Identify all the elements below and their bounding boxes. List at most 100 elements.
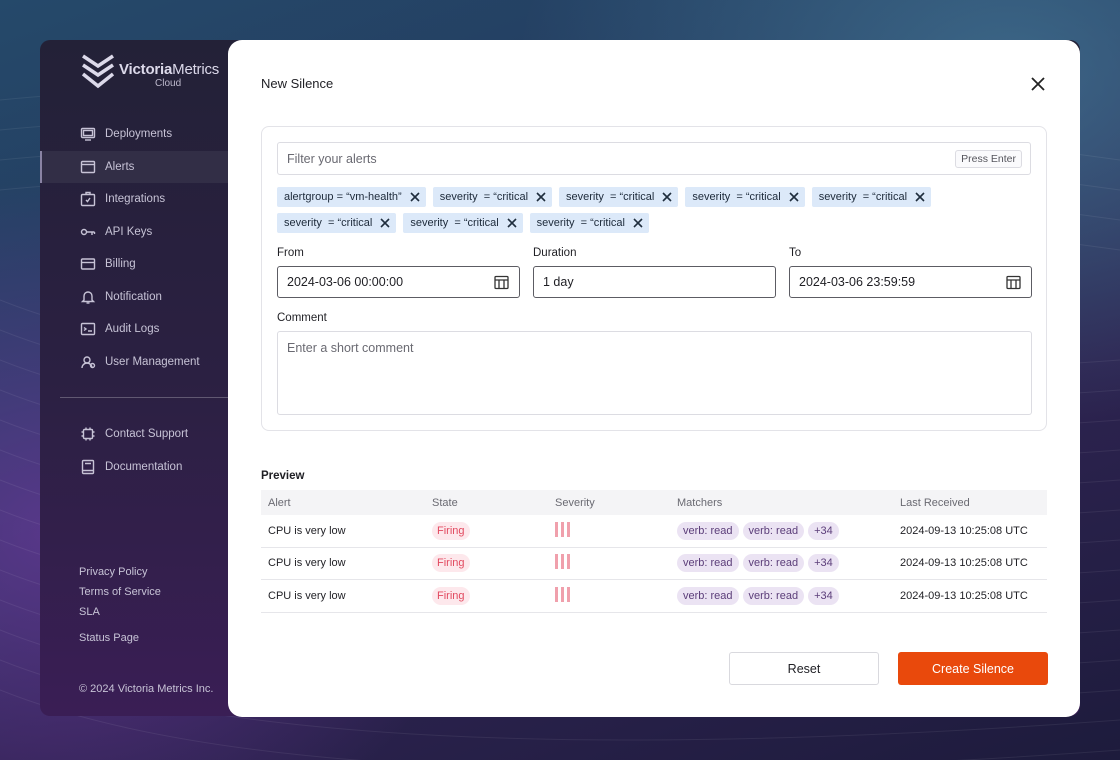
calendar-icon[interactable] <box>493 274 510 291</box>
matcher-badge: verb: read <box>742 586 805 605</box>
state-badge: Firing <box>432 554 470 573</box>
to-value: 2024-03-06 23:59:59 <box>799 275 916 289</box>
comment-box <box>277 331 1032 415</box>
from-value: 2024-03-06 00:00:00 <box>287 275 404 289</box>
calendar-icon[interactable] <box>1005 274 1022 291</box>
sidebar-item-label: Audit Logs <box>105 323 160 336</box>
filter-chip: severity = “critical <box>277 213 397 233</box>
sidebar-item-user-management[interactable]: User Management <box>40 346 230 379</box>
close-icon <box>662 192 672 202</box>
sidebar-item-alerts[interactable]: Alerts <box>40 150 230 183</box>
last-received: 2024-09-13 10:25:08 UTC <box>900 557 1028 570</box>
chip-label: severity = “critical <box>410 217 499 229</box>
puzzle-icon <box>79 190 97 208</box>
chip-remove-button[interactable] <box>535 191 547 203</box>
matcher-badge: verb: read <box>677 586 739 605</box>
column-header-last-received[interactable]: Last Received <box>899 497 1047 509</box>
matcher-more-badge[interactable]: +34 <box>808 586 839 605</box>
chip-remove-button[interactable] <box>632 217 644 229</box>
chip-remove-button[interactable] <box>409 191 421 203</box>
column-header-alert[interactable]: Alert <box>261 497 432 509</box>
severity-bars-icon <box>555 554 570 570</box>
column-header-state[interactable]: State <box>432 497 555 509</box>
close-icon <box>380 218 390 228</box>
sidebar-item-label: Alerts <box>105 160 135 173</box>
sidebar-item-label: Deployments <box>105 128 173 141</box>
reset-button[interactable]: Reset <box>729 652 879 685</box>
sidebar-item-deployments[interactable]: Deployments <box>40 118 230 151</box>
window-icon <box>79 158 97 176</box>
matcher-badge: verb: read <box>677 554 739 573</box>
sidebar-divider <box>60 397 230 398</box>
chip-remove-button[interactable] <box>379 217 391 229</box>
chip-icon <box>79 425 97 443</box>
chip-remove-button[interactable] <box>788 191 800 203</box>
duration-value: 1 day <box>543 275 574 289</box>
state-badge: Firing <box>432 586 470 605</box>
sidebar-item-contact-support[interactable]: Contact Support <box>40 418 230 451</box>
new-silence-modal: New Silence Press Enter alertgroup = “vm… <box>228 40 1080 717</box>
filter-chips: alertgroup = “vm-health” severity = “cri… <box>277 187 1037 233</box>
sidebar-item-notification[interactable]: Notification <box>40 281 230 314</box>
create-silence-button[interactable]: Create Silence <box>898 652 1048 685</box>
close-button[interactable] <box>1028 74 1048 94</box>
chip-label: severity = “critical <box>536 217 625 229</box>
card-icon <box>79 255 97 273</box>
bell-icon <box>79 288 97 306</box>
chip-remove-button[interactable] <box>914 191 926 203</box>
table-header: Alert State Severity Matchers Last Recei… <box>261 490 1047 515</box>
chip-label: severity = “critical <box>566 191 655 203</box>
logo-sub: Cloud <box>155 78 182 89</box>
sidebar-item-label: Contact Support <box>105 428 189 441</box>
sidebar-item-label: Documentation <box>105 460 183 473</box>
chip-remove-button[interactable] <box>506 217 518 229</box>
chip-remove-button[interactable] <box>661 191 673 203</box>
sla-link[interactable]: SLA <box>79 602 161 622</box>
copyright: © 2024 Victoria Metrics Inc. <box>79 683 214 695</box>
sidebar-item-label: User Management <box>105 355 200 368</box>
column-header-matchers[interactable]: Matchers <box>677 497 899 509</box>
filter-alerts-input[interactable] <box>287 143 956 174</box>
matcher-more-badge[interactable]: +34 <box>808 521 839 540</box>
filter-chip: severity = “critical <box>685 187 805 207</box>
table-row[interactable]: CPU is very low Firing verb: read verb: … <box>261 515 1047 548</box>
from-label: From <box>277 247 304 259</box>
sidebar-item-billing[interactable]: Billing <box>40 248 230 281</box>
chip-label: alertgroup = “vm-health” <box>284 191 402 203</box>
logo[interactable]: VictoriaMetrics Cloud <box>80 52 219 92</box>
filter-chip: severity = “critical <box>811 187 932 207</box>
preview-label: Preview <box>261 470 305 482</box>
status-page-link[interactable]: Status Page <box>79 628 161 648</box>
duration-field[interactable]: 1 day <box>533 266 776 298</box>
victoriametrics-logo-icon <box>81 54 115 89</box>
key-icon <box>79 223 97 241</box>
duration-label: Duration <box>533 247 577 259</box>
sidebar-item-documentation[interactable]: Documentation <box>40 451 230 484</box>
table-row[interactable]: CPU is very low Firing verb: read verb: … <box>261 580 1047 613</box>
alert-name: CPU is very low <box>268 589 346 602</box>
to-field[interactable]: 2024-03-06 23:59:59 <box>789 266 1032 298</box>
alert-name: CPU is very low <box>268 524 346 537</box>
privacy-policy-link[interactable]: Privacy Policy <box>79 562 161 582</box>
from-field[interactable]: 2024-03-06 00:00:00 <box>277 266 520 298</box>
preview-table: Alert State Severity Matchers Last Recei… <box>261 490 1047 613</box>
matcher-more-badge[interactable]: +34 <box>808 554 839 573</box>
filter-chip: severity = “critical <box>432 187 553 207</box>
sidebar-item-label: Integrations <box>105 193 166 206</box>
sidebar-item-integrations[interactable]: Integrations <box>40 183 230 216</box>
last-received: 2024-09-13 10:25:08 UTC <box>900 589 1028 602</box>
table-row[interactable]: CPU is very low Firing verb: read verb: … <box>261 548 1047 580</box>
filter-box: Press Enter <box>277 142 1031 175</box>
filter-chip: alertgroup = “vm-health” <box>277 187 426 207</box>
sidebar-item-audit-logs[interactable]: Audit Logs <box>40 313 230 346</box>
terms-of-service-link[interactable]: Terms of Service <box>79 582 161 602</box>
sidebar-item-label: API Keys <box>105 225 153 238</box>
column-header-severity[interactable]: Severity <box>555 497 677 509</box>
matcher-badge: verb: read <box>677 521 739 540</box>
comment-input[interactable] <box>278 332 1031 414</box>
severity-bars-icon <box>555 521 570 537</box>
state-badge: Firing <box>432 521 470 540</box>
chip-label: severity = “critical <box>692 191 781 203</box>
sidebar-item-api-keys[interactable]: API Keys <box>40 216 230 249</box>
footer-links: Privacy Policy Terms of Service SLA Stat… <box>79 562 161 648</box>
